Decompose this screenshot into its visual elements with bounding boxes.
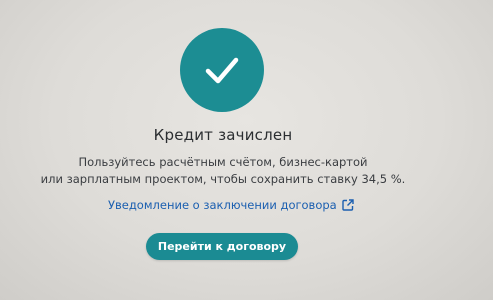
go-to-contract-button[interactable]: Перейти к договору [146, 233, 298, 260]
contract-notice-link[interactable]: Уведомление о заключении договора [108, 198, 354, 212]
page-title: Кредит зачислен [153, 126, 293, 144]
external-link-icon [342, 199, 354, 211]
description-line-1: Пользуйтесь расчётным счётом, бизнес-кар… [78, 155, 368, 169]
contract-notice-link-label: Уведомление о заключении договора [108, 198, 337, 212]
description-line-2: или зарплатным проектом, чтобы сохранить… [40, 172, 406, 186]
success-badge [180, 28, 264, 112]
checkmark-icon [205, 57, 239, 84]
credit-success-screen: Кредит зачислен Пользуйтесь расчётным сч… [0, 0, 493, 300]
